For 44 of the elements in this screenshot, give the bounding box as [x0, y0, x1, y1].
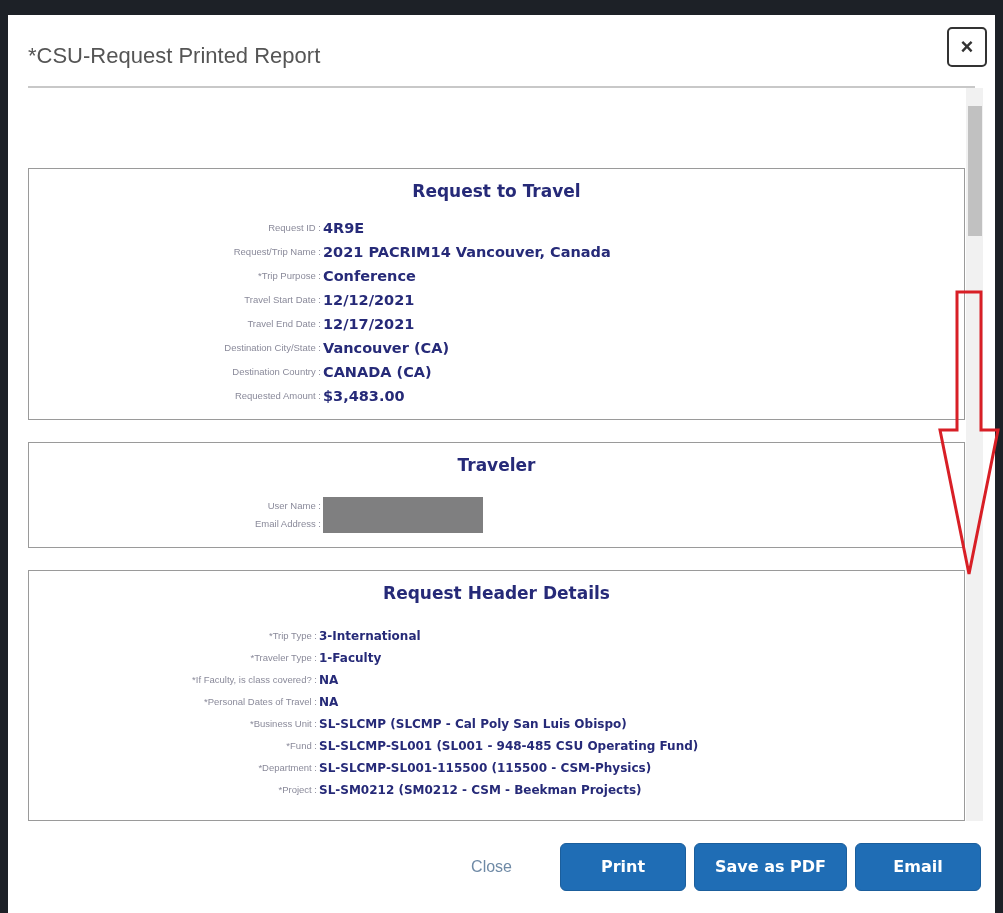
- section-title: Request to Travel: [411, 180, 582, 203]
- field-value: 12/12/2021: [323, 290, 415, 310]
- field-label: Travel End Date :: [246, 317, 322, 332]
- field-label: *Traveler Type :: [249, 650, 318, 665]
- field-label: *If Faculty, is class covered? :: [191, 672, 318, 687]
- field-label: Email Address :: [254, 516, 322, 531]
- field-label: *Fund :: [285, 738, 318, 753]
- action-button[interactable]: Save as PDF: [694, 843, 847, 891]
- field-value: SL-SLCMP-SL001-115500 (115500 - CSM-Physics): [319, 760, 652, 777]
- close-button[interactable]: ×: [947, 27, 987, 67]
- field-value: 1-Faculty: [319, 650, 382, 667]
- field-label: Travel Start Date :: [243, 293, 322, 308]
- field-label: Request/Trip Name :: [232, 245, 322, 260]
- field-label: Request ID :: [267, 221, 322, 236]
- field-value: CANADA (CA): [323, 362, 432, 382]
- field-value: SL-SM0212 (SM0212 - CSM - Beekman Projects): [319, 782, 642, 799]
- field-value: Vancouver (CA): [323, 338, 450, 358]
- field-value: 3-International: [319, 628, 421, 645]
- field-label: *Trip Purpose :: [257, 269, 322, 284]
- field-value: Conference: [323, 266, 416, 286]
- field-label: *Trip Type :: [267, 628, 318, 643]
- field-label: User Name :: [266, 498, 322, 513]
- field-label: Destination Country :: [231, 365, 322, 380]
- field-label: *Project :: [277, 782, 318, 797]
- field-label: *Department :: [257, 760, 318, 775]
- field-label: *Personal Dates of Travel :: [203, 694, 318, 709]
- field-value: 4R9E: [323, 218, 365, 238]
- field-value: NA: [319, 672, 339, 689]
- field-label: Requested Amount :: [233, 389, 322, 404]
- field-value: NA: [319, 694, 339, 711]
- action-button[interactable]: Email: [855, 843, 981, 891]
- field-value: SL-SLCMP-SL001 (SL001 - 948-485 CSU Operating Fund): [319, 738, 699, 755]
- section-title: Traveler: [456, 454, 537, 478]
- section-title: Request Header Details: [382, 582, 611, 606]
- field-value: 12/17/2021: [323, 314, 415, 334]
- scrollbar[interactable]: [966, 88, 983, 821]
- dialog-title: *CSU-Request Printed Report: [28, 42, 321, 70]
- close-link[interactable]: Close: [431, 843, 552, 891]
- field-value: 2021 PACRIM14 Vancouver, Canada: [323, 242, 611, 262]
- action-button[interactable]: Print: [560, 843, 686, 891]
- field-value: $3,483.00: [323, 386, 405, 406]
- field-value: SL-SLCMP (SLCMP - Cal Poly San Luis Obispo): [319, 716, 627, 733]
- field-label: *Business Unit :: [248, 716, 318, 731]
- field-label: Destination City/State :: [223, 341, 322, 356]
